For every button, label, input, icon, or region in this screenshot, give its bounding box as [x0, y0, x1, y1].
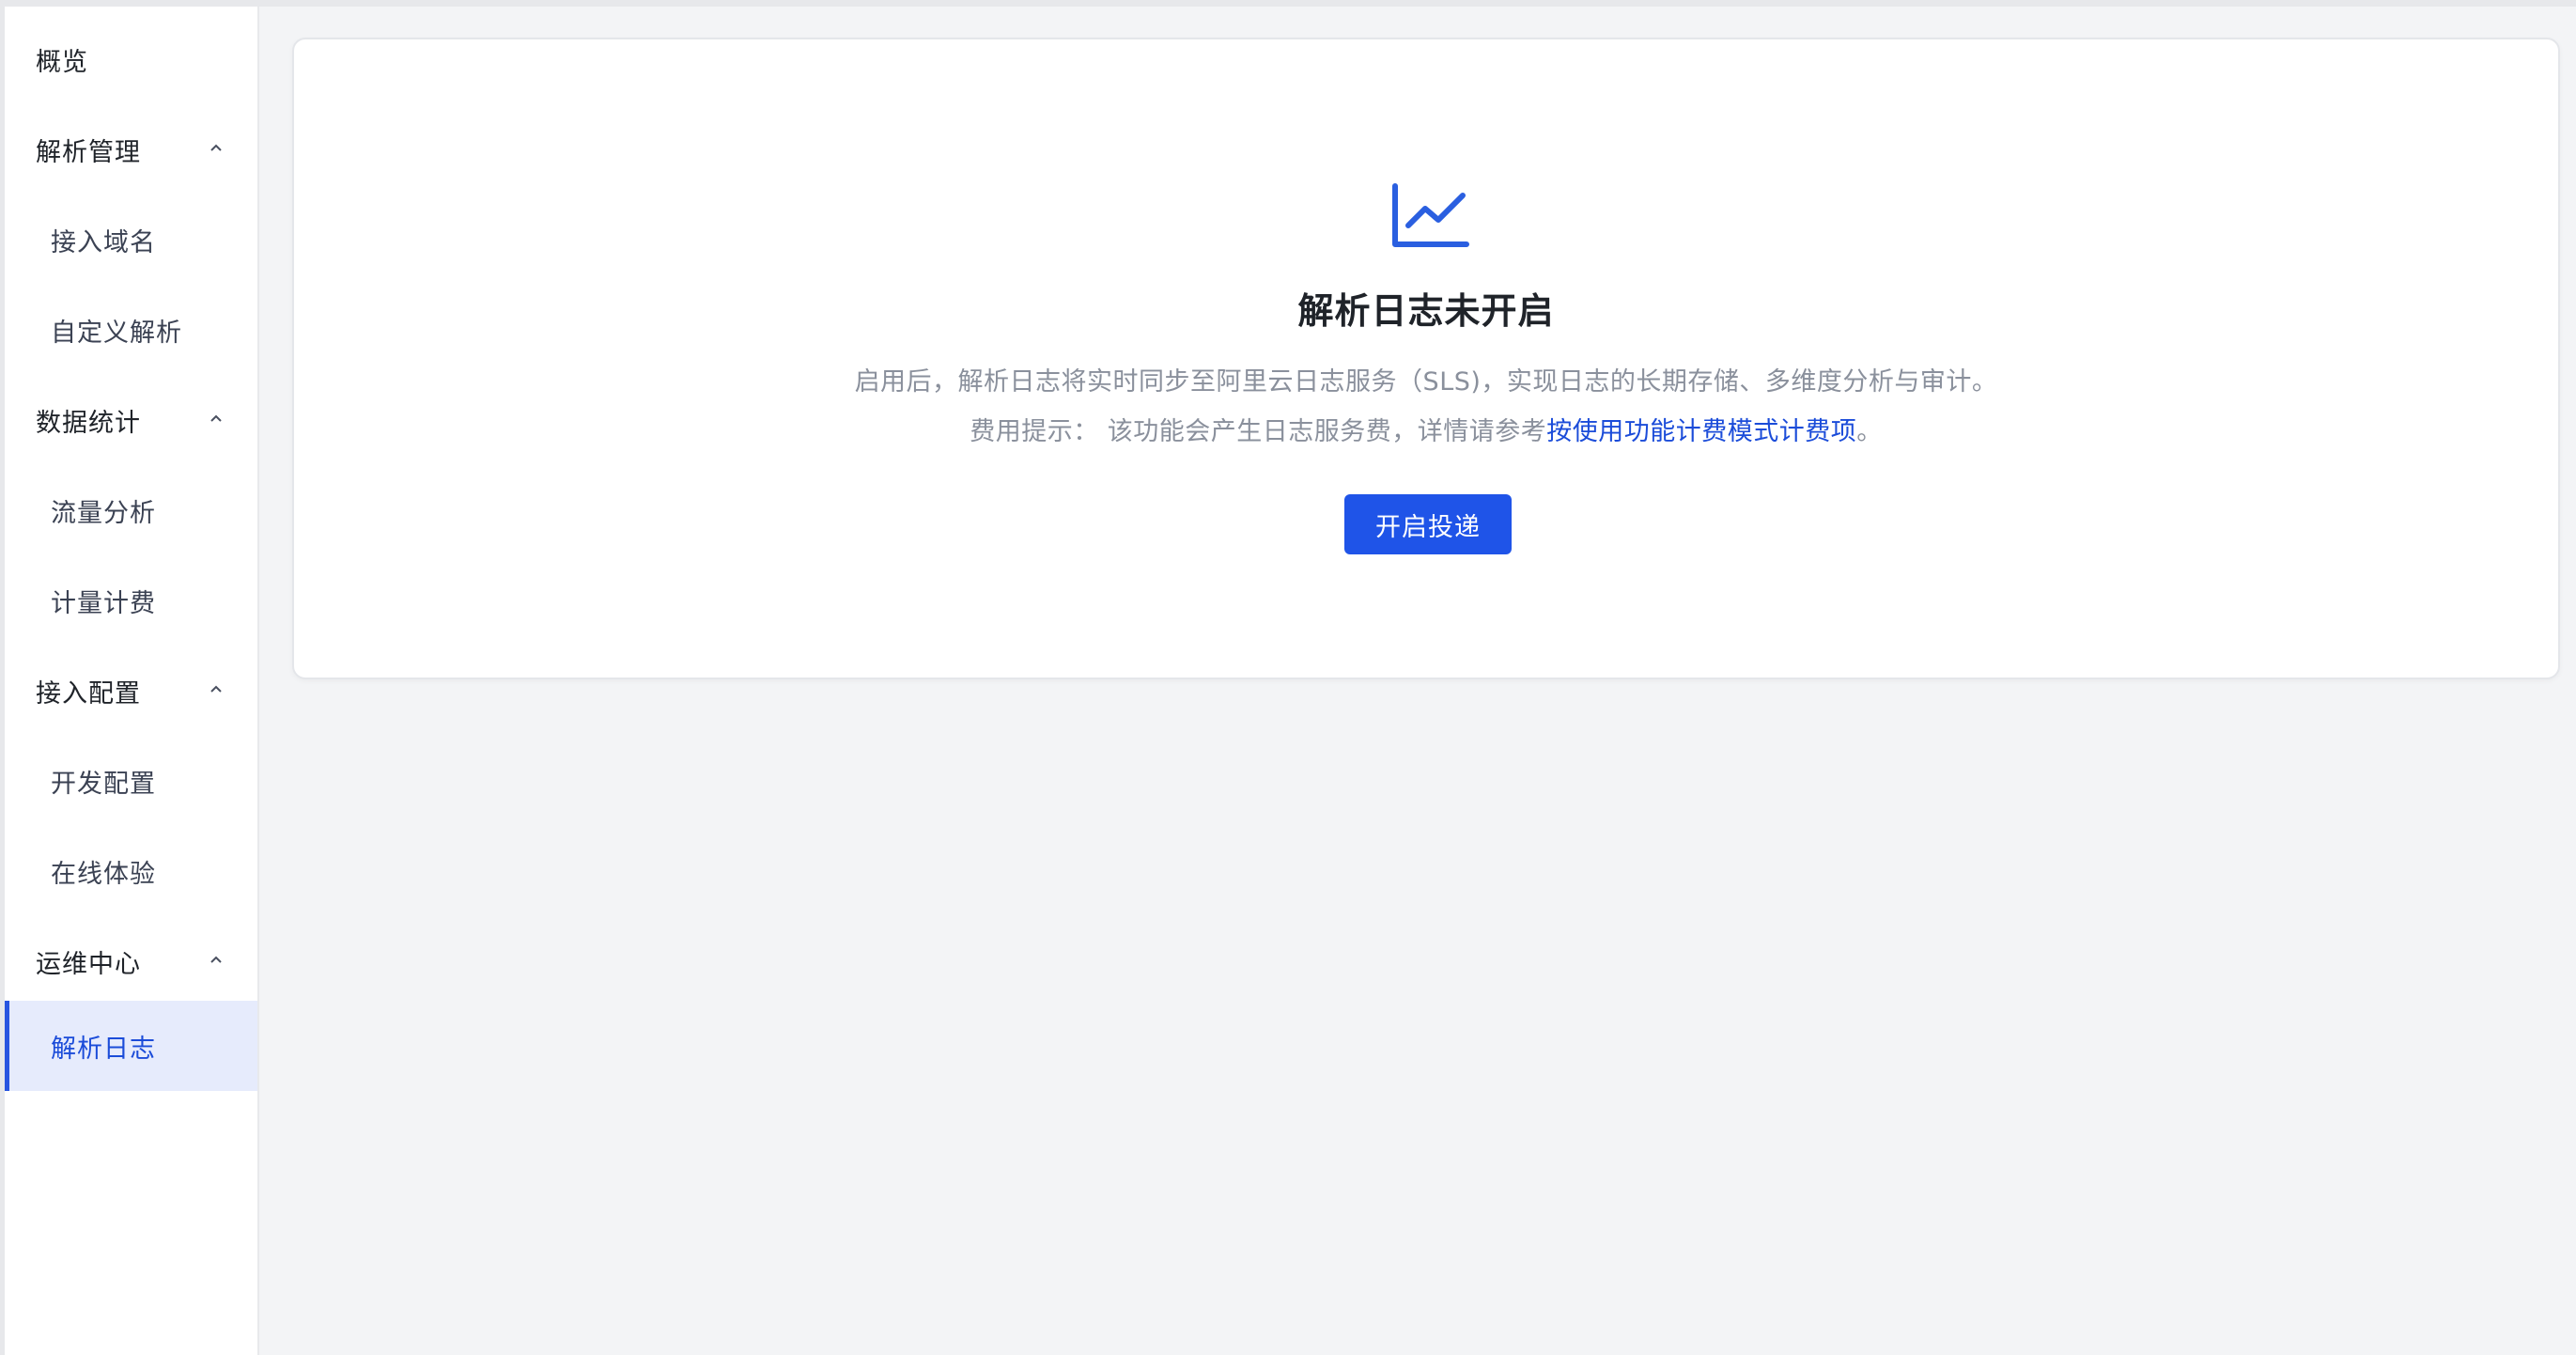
sidebar-item-dev-config[interactable]: 开发配置 — [5, 736, 257, 826]
sidebar-item-label: 接入域名 — [51, 227, 156, 257]
sidebar-item-label: 解析日志 — [51, 1034, 156, 1064]
chevron-up-icon — [209, 952, 224, 967]
sidebar-item-resolution-logs[interactable]: 解析日志 — [5, 1001, 257, 1091]
sidebar-item-label: 自定义解析 — [51, 318, 182, 348]
sidebar-group-statistics[interactable]: 数据统计 — [5, 375, 257, 465]
sidebar-item-metering-billing[interactable]: 计量计费 — [5, 555, 257, 646]
sidebar-item-label: 开发配置 — [51, 769, 156, 799]
sidebar-group-ops-center[interactable]: 运维中心 — [5, 916, 257, 1006]
sidebar: 概览 解析管理 接入域名 自定义解析 数据统计 流量分析 计量计费 接入配置 开… — [0, 7, 259, 1355]
sidebar-item-label: 计量计费 — [51, 588, 156, 618]
sidebar-item-label: 数据统计 — [36, 408, 141, 438]
sidebar-item-label: 运维中心 — [36, 949, 141, 979]
enable-delivery-button[interactable]: 开启投递 — [1344, 494, 1512, 554]
sidebar-item-domains[interactable]: 接入域名 — [5, 195, 257, 285]
chevron-up-icon — [209, 681, 224, 696]
sidebar-item-custom-resolution[interactable]: 自定义解析 — [5, 285, 257, 375]
empty-state-card: 解析日志未开启 启用后，解析日志将实时同步至阿里云日志服务（SLS)，实现日志的… — [292, 38, 2560, 679]
sidebar-item-label: 在线体验 — [51, 859, 156, 889]
sidebar-item-online-trial[interactable]: 在线体验 — [5, 826, 257, 916]
sidebar-item-label: 概览 — [36, 47, 88, 77]
sidebar-group-resolution-management[interactable]: 解析管理 — [5, 104, 257, 195]
sidebar-item-label: 流量分析 — [51, 498, 156, 528]
sidebar-item-traffic-analysis[interactable]: 流量分析 — [5, 465, 257, 555]
line-chart-icon — [1388, 179, 1472, 254]
top-border — [0, 0, 2576, 7]
billing-tip: 费用提示： 该功能会产生日志服务费，详情请参考按使用功能计费模式计费项。 — [294, 411, 2558, 447]
billing-tip-prefix: 费用提示： 该功能会产生日志服务费，详情请参考 — [970, 417, 1547, 446]
sidebar-item-label: 接入配置 — [36, 678, 141, 709]
chevron-up-icon — [209, 411, 224, 426]
billing-tip-suffix: 。 — [1856, 417, 1883, 446]
empty-state-description: 启用后，解析日志将实时同步至阿里云日志服务（SLS)，实现日志的长期存储、多维度… — [854, 367, 1998, 397]
sidebar-group-access-config[interactable]: 接入配置 — [5, 646, 257, 736]
empty-state-title: 解析日志未开启 — [1297, 290, 1555, 332]
billing-doc-link[interactable]: 按使用功能计费模式计费项 — [1546, 417, 1856, 446]
sidebar-item-label: 解析管理 — [36, 137, 141, 167]
sidebar-item-overview[interactable]: 概览 — [5, 14, 257, 104]
chevron-up-icon — [209, 140, 224, 155]
